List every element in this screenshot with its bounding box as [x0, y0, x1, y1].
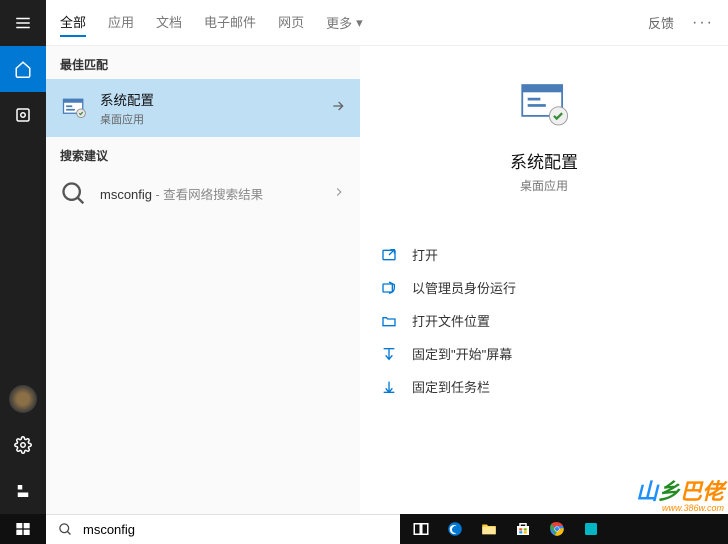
tab-documents[interactable]: 文档 — [156, 8, 182, 37]
folder-icon — [380, 312, 398, 330]
detail-panel: 系统配置 桌面应用 打开 以管理员身份运行 打开文件位置 固定到"开始"屏幕 固… — [360, 46, 728, 514]
best-match-item[interactable]: 系统配置 桌面应用 — [46, 79, 360, 137]
action-pin-start[interactable]: 固定到"开始"屏幕 — [370, 337, 718, 370]
tab-apps[interactable]: 应用 — [108, 8, 134, 37]
collections-button[interactable] — [0, 92, 46, 138]
tab-email[interactable]: 电子邮件 — [204, 8, 256, 37]
action-run-admin[interactable]: 以管理员身份运行 — [370, 271, 718, 304]
settings-button[interactable] — [0, 422, 46, 468]
pin-taskbar-icon — [380, 378, 398, 396]
action-open[interactable]: 打开 — [370, 238, 718, 271]
start-button[interactable] — [0, 514, 46, 544]
more-options-button[interactable]: ··· — [692, 14, 714, 32]
action-file-location[interactable]: 打开文件位置 — [370, 304, 718, 337]
tab-more[interactable]: 更多▾ — [326, 8, 363, 37]
open-icon — [380, 246, 398, 264]
hamburger-button[interactable] — [0, 0, 46, 46]
app-icon[interactable] — [574, 514, 608, 544]
taskbar — [400, 514, 728, 544]
chevron-down-icon: ▾ — [356, 15, 363, 31]
search-icon — [60, 180, 88, 208]
arrow-right-icon[interactable] — [330, 98, 346, 119]
chrome-icon[interactable] — [540, 514, 574, 544]
user-avatar[interactable] — [0, 376, 46, 422]
filter-header: 全部 应用 文档 电子邮件 网页 更多▾ 反馈 ··· — [46, 0, 728, 46]
action-pin-taskbar[interactable]: 固定到任务栏 — [370, 370, 718, 403]
profile-button[interactable] — [0, 468, 46, 514]
results-panel: 最佳匹配 系统配置 桌面应用 搜索建议 msconfig - 查看网络搜索结果 — [46, 46, 360, 514]
edge-icon[interactable] — [438, 514, 472, 544]
suggestion-hint: - 查看网络搜索结果 — [152, 188, 263, 202]
search-input[interactable] — [83, 522, 388, 537]
search-icon — [58, 522, 73, 537]
tab-all[interactable]: 全部 — [60, 8, 86, 37]
admin-icon — [380, 279, 398, 297]
web-suggestion-item[interactable]: msconfig - 查看网络搜索结果 — [46, 170, 360, 218]
home-button[interactable] — [0, 46, 46, 92]
chevron-right-icon — [332, 185, 346, 204]
detail-title: 系统配置 — [510, 148, 578, 173]
explorer-icon[interactable] — [472, 514, 506, 544]
best-match-subtitle: 桌面应用 — [100, 111, 330, 127]
search-bar[interactable] — [46, 514, 400, 544]
msconfig-icon — [60, 94, 88, 122]
task-view-icon[interactable] — [404, 514, 438, 544]
suggestion-term: msconfig — [100, 187, 152, 202]
feedback-link[interactable]: 反馈 — [648, 13, 674, 32]
store-icon[interactable] — [506, 514, 540, 544]
best-match-label: 最佳匹配 — [46, 46, 360, 79]
pin-start-icon — [380, 345, 398, 363]
tab-web[interactable]: 网页 — [278, 8, 304, 37]
hero-icon — [515, 76, 573, 134]
best-match-title: 系统配置 — [100, 89, 330, 109]
suggestions-label: 搜索建议 — [46, 137, 360, 170]
left-rail — [0, 0, 46, 544]
detail-subtitle: 桌面应用 — [520, 177, 568, 194]
